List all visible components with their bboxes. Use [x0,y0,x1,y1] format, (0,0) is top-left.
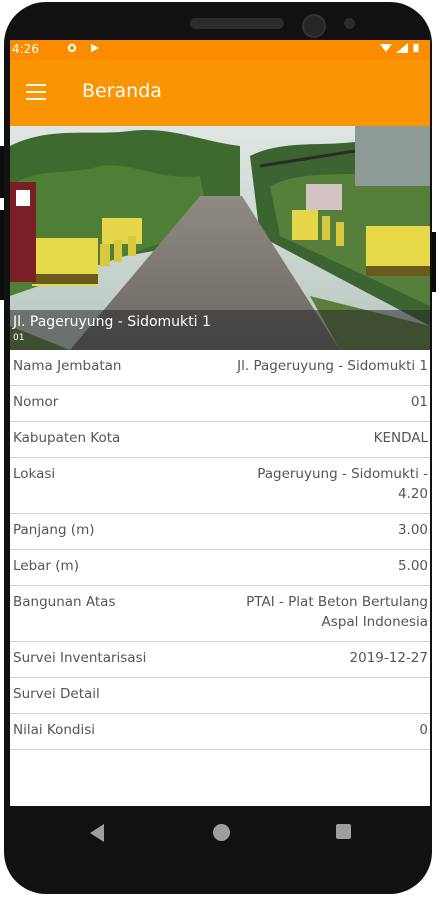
detail-row-nilai-kondisi: Nilai Kondisi 0 [10,714,430,750]
detail-value: Jl. Pageruyung - Sidomukti 1 [237,358,428,374]
hamburger-menu-icon[interactable] [26,84,46,100]
bridge-details-list: Nama Jembatan Jl. Pageruyung - Sidomukti… [10,350,430,750]
power-button [432,232,436,292]
detail-value: KENDAL [373,430,428,446]
screen: 4:26 Beranda Jl. Pageruyung - Sidomukti … [10,40,430,855]
speaker-grille [190,18,284,29]
detail-value: 5.00 [397,558,428,574]
bridge-name-caption: Jl. Pageruyung - Sidomukti 1 [13,314,211,330]
play-store-icon [91,44,99,52]
detail-label: Bangunan Atas [13,594,116,610]
detail-row-lebar: Lebar (m) 5.00 [10,550,430,586]
detail-label: Nama Jembatan [13,358,122,374]
detail-row-survei-inventarisasi: Survei Inventarisasi 2019-12-27 [10,642,430,678]
detail-label: Survei Detail [13,686,100,702]
app-bar: Beranda [10,60,430,126]
wifi-icon [380,44,392,52]
detail-label: Nomor [13,394,59,410]
signal-icon [396,43,408,53]
detail-row-kabupaten-kota: Kabupaten Kota KENDAL [10,422,430,458]
bridge-number-caption: 01 [13,333,25,343]
detail-label: Lebar (m) [13,558,79,574]
detail-label: Nilai Kondisi [13,722,96,738]
page-title: Beranda [82,80,162,102]
detail-value: PTAI - Plat Beton Bertulang Aspal Indone… [246,594,428,630]
volume-button [0,210,4,300]
status-bar: 4:26 [10,40,430,60]
navigation-bar [10,806,430,860]
volume-button [0,146,4,198]
battery-icon [413,43,419,53]
detail-label: Survei Inventarisasi [13,650,147,666]
detail-value: 3.00 [397,522,428,538]
detail-value: 0 [419,722,428,738]
detail-label: Lokasi [13,466,56,482]
detail-row-nama-jembatan: Nama Jembatan Jl. Pageruyung - Sidomukti… [10,350,430,386]
detail-row-panjang: Panjang (m) 3.00 [10,514,430,550]
detail-value: 2019-12-27 [349,650,428,666]
bridge-photo: Jl. Pageruyung - Sidomukti 1 01 [10,126,430,350]
home-icon[interactable] [213,824,230,841]
detail-value: 01 [410,394,428,410]
detail-row-bangunan-atas: Bangunan Atas PTAI - Plat Beton Bertulan… [10,586,430,642]
status-time: 4:26 [12,42,39,56]
detail-label: Kabupaten Kota [13,430,121,446]
sensor [344,18,355,29]
recent-apps-icon[interactable] [336,824,351,839]
photo-caption: Jl. Pageruyung - Sidomukti 1 01 [10,310,430,350]
front-camera [302,14,326,38]
back-icon[interactable] [90,824,104,842]
settings-icon [67,43,77,53]
detail-row-survei-detail: Survei Detail [10,678,430,714]
detail-row-lokasi: Lokasi Pageruyung - Sidomukti - 4.20 [10,458,430,514]
detail-label: Panjang (m) [13,522,95,538]
detail-row-nomor: Nomor 01 [10,386,430,422]
detail-value: Pageruyung - Sidomukti - 4.20 [257,466,428,502]
